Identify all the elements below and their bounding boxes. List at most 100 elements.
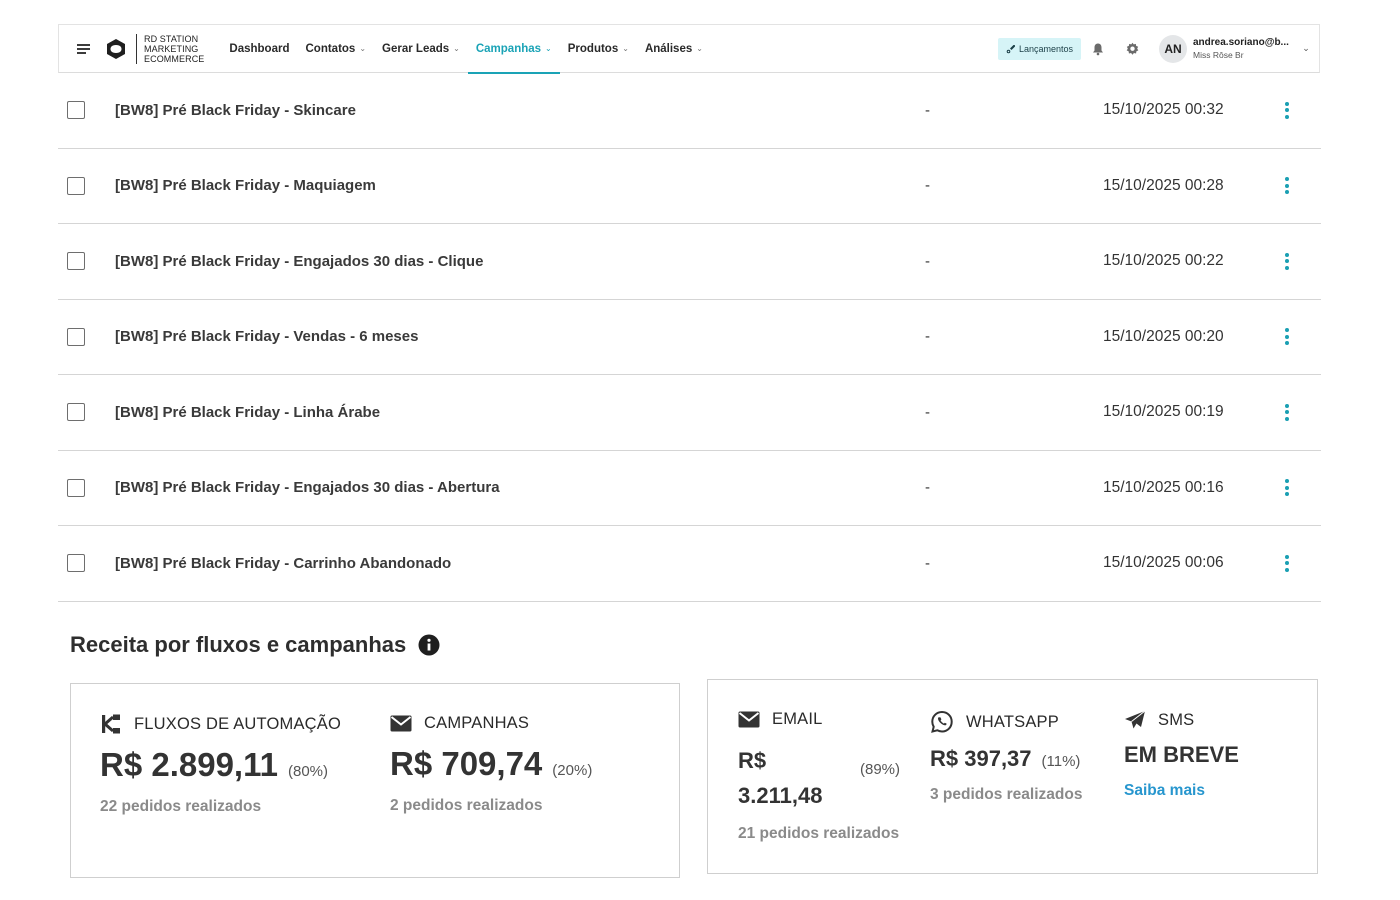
campaign-value: - xyxy=(925,479,930,497)
bell-icon xyxy=(1093,43,1103,55)
metric-label: WHATSAPP xyxy=(930,710,1082,734)
learn-more-link[interactable]: Saiba mais xyxy=(1124,782,1239,800)
metric-campaigns: CAMPANHAS R$ 709,74 (20%) 2 pedidos real… xyxy=(390,714,592,815)
metric-percent: (89%) xyxy=(860,761,901,778)
envelope-icon xyxy=(390,715,412,732)
metric-amount-number: 3.211,48 xyxy=(738,783,823,808)
campaign-name[interactable]: [BW8] Pré Black Friday - Skincare xyxy=(115,102,356,119)
chevron-down-icon[interactable]: ⌄ xyxy=(1293,43,1319,54)
menu-item-label: Dashboard xyxy=(229,42,290,55)
more-options-icon[interactable] xyxy=(1277,95,1297,125)
metric-label-text: WHATSAPP xyxy=(966,712,1059,731)
chevron-down-icon: ⌄ xyxy=(359,44,367,53)
campaign-name[interactable]: [BW8] Pré Black Friday - Vendas - 6 mese… xyxy=(115,328,418,345)
table-row[interactable]: [BW8] Pré Black Friday - Engajados 30 di… xyxy=(58,224,1321,300)
table-row[interactable]: [BW8] Pré Black Friday - Engajados 30 di… xyxy=(58,451,1321,526)
metric-whatsapp: WHATSAPP R$ 397,37 (11%) 3 pedidos reali… xyxy=(930,710,1082,804)
metric-value: R$ 397,37 (11%) xyxy=(930,746,1082,772)
metric-value: EM BREVE xyxy=(1124,742,1239,768)
info-icon[interactable] xyxy=(418,634,440,656)
email-icon xyxy=(738,711,760,728)
row-checkbox[interactable] xyxy=(67,252,85,271)
metric-label: CAMPANHAS xyxy=(390,714,592,733)
launches-button-label: Lançamentos xyxy=(1018,43,1073,54)
launches-button[interactable]: Lançamentos xyxy=(997,37,1081,60)
campaign-name[interactable]: [BW8] Pré Black Friday - Carrinho Abando… xyxy=(115,555,451,572)
campaign-value: - xyxy=(925,328,930,346)
rd-logo-icon xyxy=(107,38,125,59)
table-row[interactable]: [BW8] Pré Black Friday - Vendas - 6 mese… xyxy=(58,300,1321,375)
more-options-icon[interactable] xyxy=(1277,322,1297,352)
metric-orders: 2 pedidos realizados xyxy=(390,797,543,814)
row-checkbox[interactable] xyxy=(67,176,85,195)
campaign-date: 15/10/2025 00:22 xyxy=(1103,252,1224,270)
chevron-down-icon: ⌄ xyxy=(696,44,703,53)
row-checkbox[interactable] xyxy=(67,327,85,346)
menu-item-contatos[interactable]: Contatos ⌄ xyxy=(297,25,374,73)
more-options-icon[interactable] xyxy=(1277,397,1297,427)
metric-amount: R$ 397,37 xyxy=(930,746,1032,771)
campaign-date: 15/10/2025 00:16 xyxy=(1103,478,1224,496)
menu-item-label: Análises xyxy=(644,42,693,55)
row-checkbox[interactable] xyxy=(67,403,85,422)
metric-orders: 21 pedidos realizados xyxy=(738,825,900,842)
campaign-name[interactable]: [BW8] Pré Black Friday - Maquiagem xyxy=(115,177,376,194)
menu-item-analises[interactable]: Análises ⌄ xyxy=(637,25,711,73)
row-checkbox[interactable] xyxy=(67,101,85,120)
metric-percent: (11%) xyxy=(1041,753,1081,770)
metric-label-text: FLUXOS DE AUTOMAÇÃO xyxy=(134,714,342,733)
menu-item-dashboard[interactable]: Dashboard xyxy=(221,25,297,73)
table-row[interactable]: [BW8] Pré Black Friday - Maquiagem - 15/… xyxy=(58,149,1321,224)
avatar[interactable]: AN xyxy=(1159,34,1187,63)
metric-value: R$ 3.211,48 (89%) xyxy=(738,743,913,813)
campaign-value: - xyxy=(925,177,930,195)
table-row[interactable]: [BW8] Pré Black Friday - Skincare - 15/1… xyxy=(58,73,1321,149)
metric-email: EMAIL R$ 3.211,48 (89%) 21 pedidos reali… xyxy=(738,710,913,843)
table-row[interactable]: [BW8] Pré Black Friday - Linha Árabe - 1… xyxy=(58,375,1321,451)
metric-orders: 3 pedidos realizados xyxy=(930,786,1083,803)
campaign-date: 15/10/2025 00:19 xyxy=(1103,403,1224,421)
rd-station-logo[interactable]: RD STATION MARKETING ECOMMERCE xyxy=(105,33,204,64)
user-info[interactable]: andrea.soriano@b... Miss Rôse Br xyxy=(1193,37,1293,60)
metric-amount-currency: R$ xyxy=(738,748,767,773)
more-options-icon[interactable] xyxy=(1277,548,1297,578)
metric-percent: (20%) xyxy=(552,762,593,779)
logo-divider xyxy=(136,33,137,64)
section-title-text: Receita por fluxos e campanhas xyxy=(70,632,407,657)
metric-label-text: CAMPANHAS xyxy=(424,714,530,732)
menu-item-gerar-leads[interactable]: Gerar Leads ⌄ xyxy=(374,25,468,73)
campaign-date: 15/10/2025 00:20 xyxy=(1103,327,1224,345)
menu-item-campanhas[interactable]: Campanhas ⌄ xyxy=(467,25,560,74)
more-options-icon[interactable] xyxy=(1277,473,1297,503)
campaign-date: 15/10/2025 00:32 xyxy=(1103,101,1224,119)
metric-label: EMAIL xyxy=(738,710,913,729)
more-options-icon[interactable] xyxy=(1277,246,1297,276)
menu-item-label: Gerar Leads xyxy=(382,42,450,55)
metric-value: R$ 709,74 (20%) xyxy=(390,745,592,783)
campaign-value: - xyxy=(925,554,930,572)
campaign-value: - xyxy=(925,403,930,421)
metric-amount: R$ 709,74 xyxy=(390,745,543,782)
user-email: andrea.soriano@b... xyxy=(1193,37,1289,48)
campaign-name[interactable]: [BW8] Pré Black Friday - Engajados 30 di… xyxy=(115,253,483,270)
campaign-list: [BW8] Pré Black Friday - Skincare - 15/1… xyxy=(58,73,1321,602)
campaign-name[interactable]: [BW8] Pré Black Friday - Linha Árabe xyxy=(115,404,380,421)
row-checkbox[interactable] xyxy=(67,554,85,573)
metric-sms: SMS EM BREVE Saiba mais xyxy=(1124,710,1239,800)
settings-button[interactable] xyxy=(1115,32,1149,66)
menu-icon[interactable] xyxy=(63,25,103,73)
logo-line-3: ECOMMERCE xyxy=(144,53,205,64)
campaign-name[interactable]: [BW8] Pré Black Friday - Engajados 30 di… xyxy=(115,479,500,496)
notifications-button[interactable] xyxy=(1081,32,1115,66)
menu-item-produtos[interactable]: Produtos ⌄ xyxy=(560,25,637,73)
metric-label-text: EMAIL xyxy=(772,710,823,728)
logo-text: RD STATION MARKETING ECOMMERCE xyxy=(144,34,204,64)
metric-label-text: SMS xyxy=(1158,710,1195,729)
metric-amount: R$ 3.211,48 xyxy=(738,743,848,813)
chevron-down-icon: ⌄ xyxy=(622,44,629,53)
more-options-icon[interactable] xyxy=(1277,171,1297,201)
main-menu: Dashboard Contatos ⌄ Gerar Leads ⌄ Campanh… xyxy=(221,25,711,74)
table-row[interactable]: [BW8] Pré Black Friday - Carrinho Abando… xyxy=(58,526,1321,602)
rocket-icon xyxy=(1006,44,1015,53)
row-checkbox[interactable] xyxy=(67,478,85,497)
